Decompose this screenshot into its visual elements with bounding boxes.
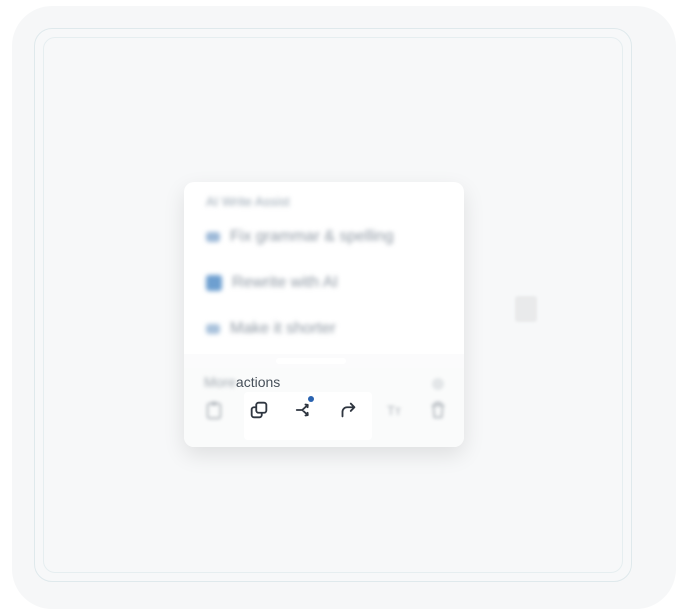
collapse-icon[interactable]	[432, 378, 444, 390]
trash-icon	[431, 401, 445, 419]
divider-highlight	[276, 358, 346, 364]
menu-item-label: Make it shorter	[230, 320, 336, 337]
text-size-icon: Tт	[387, 402, 401, 418]
forward-icon	[341, 402, 356, 418]
text-size-button[interactable]: Tт	[380, 396, 408, 424]
notification-badge	[308, 396, 314, 402]
menu-item-rewrite[interactable]: Rewrite with AI	[206, 274, 338, 292]
check-sparkle-icon	[206, 232, 220, 242]
shorten-icon	[206, 324, 220, 334]
menu-item-fix-grammar[interactable]: Fix grammar & spelling	[206, 228, 394, 246]
delete-button[interactable]	[424, 396, 452, 424]
duplicate-icon	[250, 401, 268, 419]
branch-icon	[295, 403, 309, 417]
clipboard-button[interactable]	[200, 396, 228, 424]
context-menu: AI Write Assist Fix grammar & spelling R…	[184, 182, 464, 447]
forward-button[interactable]	[334, 396, 362, 424]
blurred-handle	[515, 296, 537, 322]
branch-button[interactable]	[291, 396, 319, 424]
more-actions-title-suffix: actions	[235, 374, 281, 390]
menu-item-shorten[interactable]: Make it shorter	[206, 320, 336, 338]
more-actions-title: Moreactions	[204, 374, 280, 390]
menu-item-label: Fix grammar & spelling	[230, 228, 394, 245]
clipboard-icon	[206, 401, 222, 420]
ai-writer-section: AI Write Assist Fix grammar & spelling R…	[184, 182, 458, 354]
edit-icon	[206, 275, 222, 291]
duplicate-button[interactable]	[245, 396, 273, 424]
ai-writer-header: AI Write Assist	[206, 194, 290, 209]
menu-item-label: Rewrite with AI	[232, 274, 338, 291]
more-actions-section: Moreactions Tт	[184, 368, 464, 447]
more-actions-title-prefix: More	[204, 374, 236, 390]
